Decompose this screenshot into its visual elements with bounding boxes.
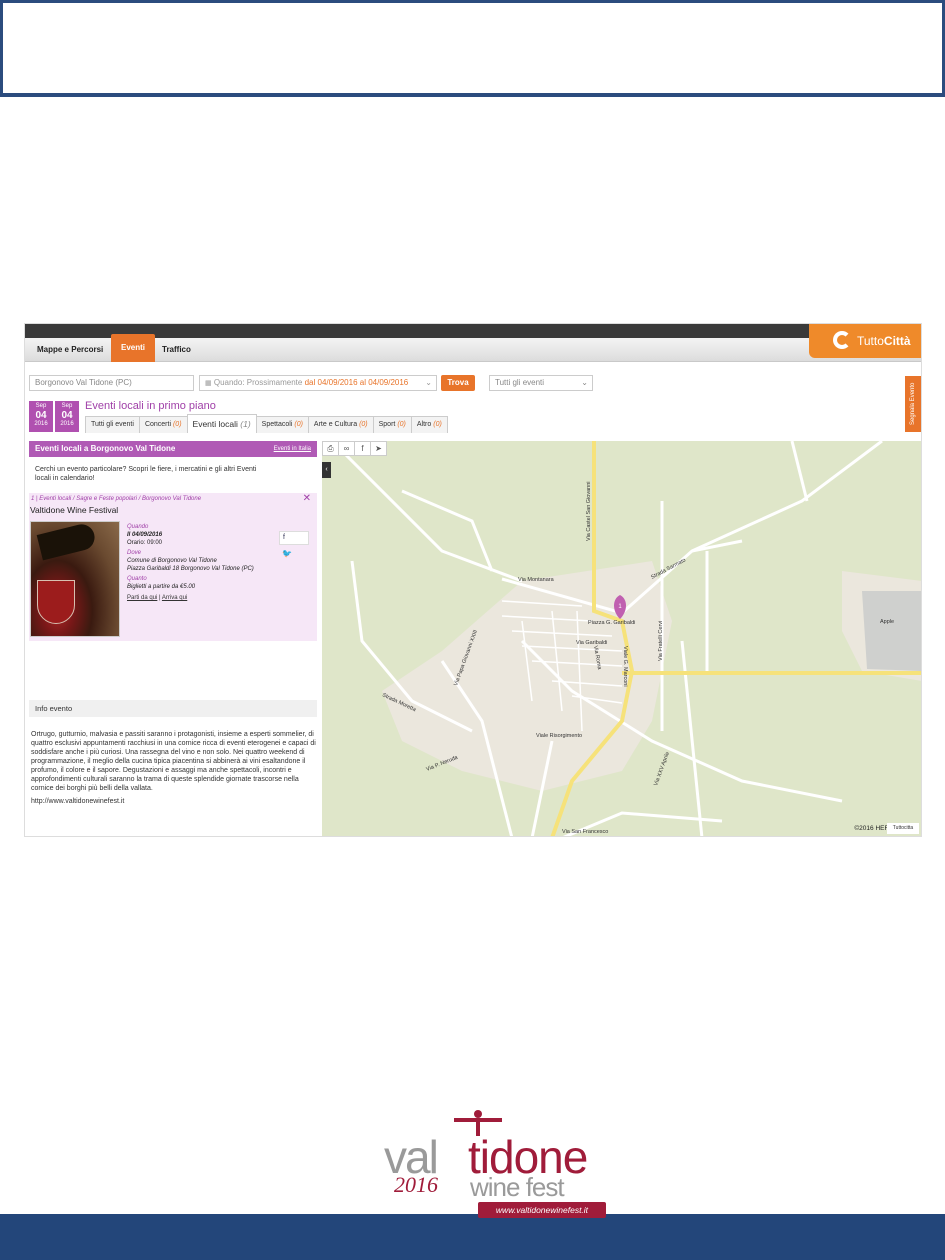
date-select[interactable]: ▦ Quando: Prossimamente dal 04/09/2016 a…	[199, 375, 437, 391]
calendar-icon: ▦	[205, 380, 212, 387]
wine-glass-shape	[37, 580, 75, 624]
event-price: Biglietti a partire da €5.00	[127, 584, 196, 590]
top-strip	[25, 324, 921, 338]
map-label-viale-marconi: Viale G. Marconi	[622, 646, 628, 687]
section-title: Eventi locali in primo piano	[85, 400, 216, 412]
map-label-fratelli-cervi: Via Fratelli Cervi	[658, 621, 664, 661]
valtidone-logo: val tidone 2016 wine fest www.valtidonew…	[384, 1100, 608, 1220]
map-label-piazza: Piazza G. Garibaldi	[588, 620, 635, 626]
map-brand-badge: Tuttocitta	[887, 823, 919, 834]
directions-to-link[interactable]: Arriva qui	[162, 595, 187, 601]
link-icon[interactable]: ∞	[338, 441, 355, 456]
category-value: Tutti gli eventi	[495, 378, 545, 387]
pin-icon	[833, 331, 851, 349]
map-toolbar: ⎙ ∞ f ➤	[322, 441, 387, 456]
close-icon[interactable]: ✕	[303, 493, 311, 504]
event-name[interactable]: Valtidone Wine Festival	[30, 505, 118, 515]
event-date: Il 04/09/2016	[127, 532, 163, 538]
logo-url: www.valtidonewinefest.it	[478, 1202, 606, 1218]
chevron-down-icon: ⌄	[581, 378, 588, 387]
nav-traffico[interactable]: Traffico	[162, 338, 191, 362]
logo-text: TuttoCittà	[857, 334, 911, 348]
map-label-san-francesco: Via San Francesco	[562, 829, 608, 835]
find-button[interactable]: Trova	[441, 375, 475, 391]
event-image	[30, 521, 120, 637]
map-label-via-garibaldi: Via Garibaldi	[576, 640, 607, 646]
map[interactable]: Via Montanara Strada Sarmato Via Castel …	[322, 441, 921, 836]
map-label-risorgimento: Viale Risorgimento	[536, 733, 582, 739]
facebook-icon[interactable]: f	[354, 441, 371, 456]
nav-eventi[interactable]: Eventi	[111, 334, 156, 362]
when-range: dal 04/09/2016 al 04/09/2016	[304, 378, 409, 387]
category-select[interactable]: Tutti gli eventi ⌄	[489, 375, 593, 391]
twitter-icon[interactable]: ➤	[370, 441, 387, 456]
event-list-panel: Eventi locali a Borgonovo Val Tidone Eve…	[29, 441, 317, 836]
event-address: Piazza Garibaldi 18 Borgonovo Val Tidone…	[127, 566, 254, 572]
event-breadcrumb: 1 | Eventi locali / Sagre e Feste popola…	[31, 496, 202, 502]
page: Mappe e Percorsi Eventi Traffico TuttoCi…	[0, 0, 945, 1260]
where-label: Dove	[127, 550, 142, 556]
price-label: Quanto	[127, 576, 147, 582]
panel-title: Eventi locali a Borgonovo Val Tidone	[35, 444, 176, 453]
tab-sport[interactable]: Sport (0)	[372, 416, 412, 433]
info-text: Ortrugo, gutturnio, malvasia e passiti s…	[31, 731, 316, 792]
tab-arte-cultura[interactable]: Arte e Cultura (0)	[307, 416, 374, 433]
when-label: Quando	[127, 524, 149, 530]
map-label-castel-san-giovanni: Via Castel San Giovanni	[586, 481, 592, 541]
panel-header: Eventi locali a Borgonovo Val Tidone Eve…	[29, 441, 317, 457]
event-page-screenshot: Mappe e Percorsi Eventi Traffico TuttoCi…	[24, 323, 922, 837]
header-box	[0, 0, 945, 97]
tab-concerti[interactable]: Concerti (0)	[138, 416, 188, 433]
logo-year: 2016	[394, 1172, 438, 1197]
eventi-italia-link[interactable]: Eventi in Italia	[274, 441, 311, 457]
tab-all[interactable]: Tutti gli eventi	[85, 416, 140, 433]
event-time: Orario: 09:00	[127, 540, 163, 546]
tuttocitta-logo[interactable]: TuttoCittà	[809, 324, 921, 358]
map-label-apple: Apple	[880, 619, 894, 625]
tab-spettacoli[interactable]: Spettacoli (0)	[255, 416, 309, 433]
collapse-panel-button[interactable]: ‹	[322, 462, 331, 478]
print-icon[interactable]: ⎙	[322, 441, 339, 456]
map-label-via-montanara: Via Montanara	[518, 577, 555, 583]
location-input[interactable]: Borgonovo Val Tidone (PC)	[29, 375, 194, 391]
navbar: Mappe e Percorsi Eventi Traffico	[25, 334, 921, 362]
facebook-icon[interactable]: f	[279, 531, 309, 545]
info-header: Info evento	[29, 700, 317, 717]
nav-mappe[interactable]: Mappe e Percorsi	[37, 338, 103, 362]
panel-intro: Cerchi un evento particolare? Scopri le …	[35, 466, 257, 482]
event-card[interactable]: 1 | Eventi locali / Sagre e Feste popola…	[29, 493, 317, 641]
date-badge-start: Sep 04 2016	[29, 401, 53, 432]
twitter-icon[interactable]: 🐦	[282, 549, 292, 558]
footer-bar	[0, 1214, 945, 1260]
tab-altro[interactable]: Altro (0)	[410, 416, 448, 433]
wine-bottle-shape	[36, 521, 98, 561]
when-label: Quando: Prossimamente	[213, 378, 303, 387]
chevron-down-icon: ⌄	[425, 378, 432, 387]
directions-from-link[interactable]: Parti da qui	[127, 595, 157, 601]
tab-eventi-locali[interactable]: Eventi locali (1)	[186, 414, 257, 433]
report-event-button[interactable]: Segnala Evento	[905, 376, 921, 432]
category-tabs: Tutti gli eventi Concerti (0) Eventi loc…	[85, 414, 448, 433]
event-place: Comune di Borgonovo Val Tidone	[127, 558, 217, 564]
date-badge-end: Sep 04 2016	[55, 401, 79, 432]
event-details: Quando Il 04/09/2016 Orario: 09:00 Dove …	[127, 523, 277, 602]
map-canvas: Via Montanara Strada Sarmato Via Castel …	[322, 441, 921, 836]
logo-winefest: wine fest	[470, 1172, 565, 1202]
info-url[interactable]: http://www.valtidonewinefest.it	[31, 798, 124, 805]
